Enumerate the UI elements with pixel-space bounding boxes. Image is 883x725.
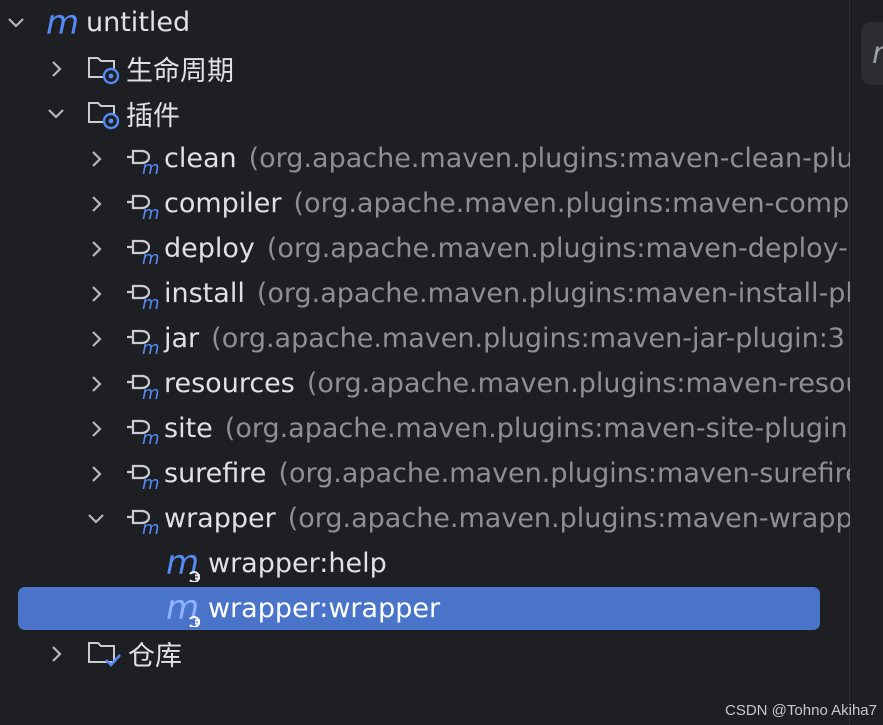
- plugins-label: 插件: [126, 101, 180, 132]
- maven-plugin-icon: m: [124, 458, 162, 490]
- maven-plugin-icon: m: [124, 368, 162, 400]
- plugin-name: deploy: [164, 233, 255, 264]
- maven-tool-window-button[interactable]: m: [861, 22, 883, 85]
- plugin-node-compiler[interactable]: m compiler (org.apache.maven.plugins:mav…: [0, 181, 850, 226]
- svg-text:m: m: [142, 518, 160, 535]
- plugin-coordinates: (org.apache.maven.plugins:maven-compiler…: [293, 188, 850, 219]
- tree-node-repositories[interactable]: 仓库: [0, 631, 850, 676]
- plugin-node-resources[interactable]: m resources (org.apache.maven.plugins:ma…: [0, 361, 850, 406]
- plugin-name: compiler: [164, 188, 282, 219]
- folder-check-icon: [86, 638, 124, 670]
- maven-tool-window-tree: m untitled 生命周期 插件 m clean (org.apache.m…: [0, 0, 850, 725]
- plugin-name: surefire: [164, 458, 267, 489]
- goal-node-wrapper-wrapper[interactable]: m wrapper:wrapper: [0, 586, 850, 631]
- folder-settings-icon: [86, 53, 122, 85]
- plugin-coordinates: (org.apache.maven.plugins:maven-deploy-p…: [266, 233, 850, 264]
- tree-node-project[interactable]: m untitled: [0, 0, 850, 45]
- plugin-name: site: [164, 413, 213, 444]
- plugin-node-clean[interactable]: m clean (org.apache.maven.plugins:maven-…: [0, 136, 850, 181]
- maven-plugin-icon: m: [124, 278, 162, 310]
- maven-tool-window-icon: m: [872, 36, 883, 71]
- plugin-coordinates: (org.apache.maven.plugins:maven-wrapper-…: [287, 503, 850, 534]
- plugin-coordinates: (org.apache.maven.plugins:maven-site-plu…: [224, 413, 848, 444]
- svg-text:m: m: [142, 428, 160, 445]
- plugin-coordinates: (org.apache.maven.plugins:maven-surefire…: [278, 458, 850, 489]
- maven-plugin-icon: m: [124, 503, 162, 535]
- chevron-right-icon[interactable]: [84, 282, 108, 306]
- maven-module-icon: m: [46, 8, 80, 38]
- right-tool-strip: [850, 0, 883, 725]
- plugin-node-deploy[interactable]: m deploy (org.apache.maven.plugins:maven…: [0, 226, 850, 271]
- chevron-right-icon[interactable]: [84, 327, 108, 351]
- maven-goal-icon: m: [166, 546, 206, 582]
- plugin-name: clean: [164, 143, 237, 174]
- watermark: CSDN @Tohno Akiha7: [725, 702, 877, 719]
- plugin-node-install[interactable]: m install (org.apache.maven.plugins:mave…: [0, 271, 850, 316]
- svg-text:m: m: [142, 248, 160, 265]
- plugin-coordinates: (org.apache.maven.plugins:maven-jar-plug…: [211, 323, 845, 354]
- svg-text:m: m: [166, 591, 199, 627]
- tree-node-lifecycle[interactable]: 生命周期: [0, 46, 850, 91]
- chevron-right-icon[interactable]: [84, 192, 108, 216]
- chevron-right-icon[interactable]: [84, 417, 108, 441]
- plugin-node-site[interactable]: m site (org.apache.maven.plugins:maven-s…: [0, 406, 850, 451]
- maven-plugin-icon: m: [124, 413, 162, 445]
- chevron-right-icon[interactable]: [44, 57, 68, 81]
- chevron-right-icon[interactable]: [84, 462, 108, 486]
- svg-text:m: m: [142, 473, 160, 490]
- chevron-down-icon[interactable]: [44, 102, 68, 126]
- chevron-down-icon[interactable]: [84, 507, 108, 531]
- svg-text:m: m: [142, 158, 160, 175]
- svg-text:m: m: [142, 293, 160, 310]
- plugin-name: jar: [164, 323, 200, 354]
- goal-label: wrapper:wrapper: [208, 593, 441, 624]
- chevron-down-icon[interactable]: [4, 11, 28, 35]
- goal-node-wrapper-help[interactable]: m wrapper:help: [0, 541, 850, 586]
- tree-node-plugins[interactable]: 插件: [0, 91, 850, 136]
- chevron-right-icon[interactable]: [44, 642, 68, 666]
- maven-goal-icon: m: [166, 591, 206, 627]
- plugin-name: wrapper: [164, 503, 276, 534]
- lifecycle-label: 生命周期: [126, 56, 234, 87]
- svg-text:m: m: [142, 338, 160, 355]
- plugin-node-wrapper[interactable]: m wrapper (org.apache.maven.plugins:mave…: [0, 496, 850, 541]
- chevron-right-icon[interactable]: [84, 237, 108, 261]
- svg-text:m: m: [166, 546, 199, 582]
- plugin-coordinates: (org.apache.maven.plugins:maven-resource…: [306, 368, 850, 399]
- plugin-name: resources: [164, 368, 295, 399]
- folder-settings-icon: [86, 98, 122, 130]
- svg-text:m: m: [142, 203, 160, 220]
- chevron-right-icon[interactable]: [84, 147, 108, 171]
- repositories-label: 仓库: [128, 641, 182, 672]
- maven-plugin-icon: m: [124, 188, 162, 220]
- plugin-coordinates: (org.apache.maven.plugins:maven-install-…: [256, 278, 850, 309]
- plugin-name: install: [164, 278, 245, 309]
- svg-text:m: m: [142, 383, 160, 400]
- plugin-node-surefire[interactable]: m surefire (org.apache.maven.plugins:mav…: [0, 451, 850, 496]
- plugin-node-jar[interactable]: m jar (org.apache.maven.plugins:maven-ja…: [0, 316, 850, 361]
- maven-plugin-icon: m: [124, 143, 162, 175]
- chevron-right-icon[interactable]: [84, 372, 108, 396]
- plugin-coordinates: (org.apache.maven.plugins:maven-clean-pl…: [248, 143, 850, 174]
- svg-text:m: m: [46, 8, 79, 38]
- goal-label: wrapper:help: [208, 548, 387, 579]
- maven-plugin-icon: m: [124, 323, 162, 355]
- maven-plugin-icon: m: [124, 233, 162, 265]
- project-label: untitled: [86, 7, 191, 38]
